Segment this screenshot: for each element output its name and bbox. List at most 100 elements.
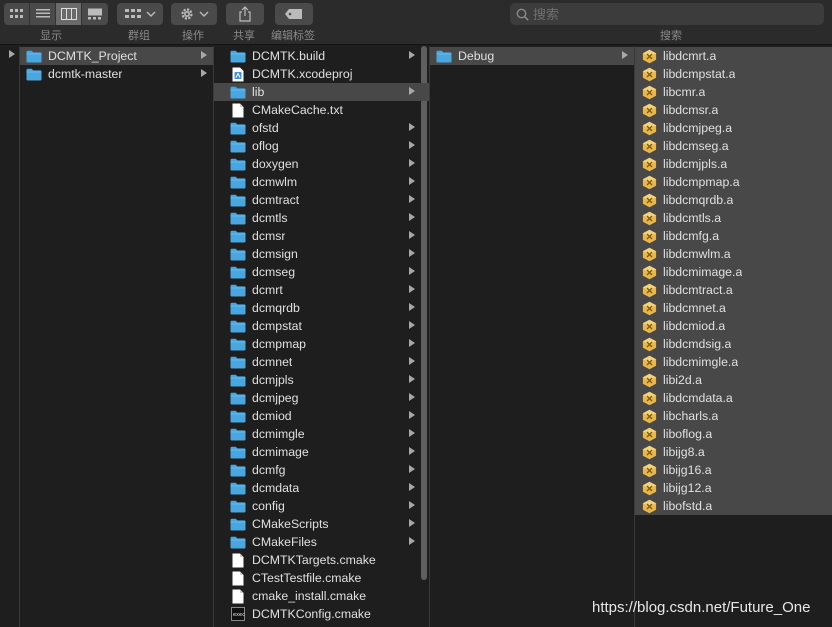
list-item[interactable]: CTestTestfile.cmake (214, 569, 429, 587)
list-item[interactable]: dcmfg (214, 461, 429, 479)
list-item[interactable]: dcmwlm (214, 173, 429, 191)
list-item[interactable]: libdcmimgle.a (635, 353, 832, 371)
list-item[interactable]: libdcmtls.a (635, 209, 832, 227)
list-item[interactable]: libdcmseg.a (635, 137, 832, 155)
list-item[interactable] (0, 46, 19, 64)
list-item-label: libdcmimage.a (663, 265, 743, 279)
list-item[interactable]: dcmseg (214, 263, 429, 281)
list-item[interactable]: dcmimage (214, 443, 429, 461)
edit-tags-button[interactable] (275, 3, 313, 25)
list-item[interactable]: dcmiod (214, 407, 429, 425)
list-item[interactable]: dcmjpls (214, 371, 429, 389)
list-view-button[interactable] (30, 3, 56, 25)
list-item[interactable]: libcharls.a (635, 407, 832, 425)
group-button[interactable] (117, 3, 163, 25)
list-item[interactable]: libijg8.a (635, 443, 832, 461)
list-item[interactable]: dcmtract (214, 191, 429, 209)
share-button[interactable] (226, 3, 264, 25)
list-item[interactable]: libdcmimage.a (635, 263, 832, 281)
list-item[interactable]: DCMTKTargets.cmake (214, 551, 429, 569)
list-item[interactable]: ofstd (214, 119, 429, 137)
folder-icon (26, 67, 42, 81)
list-item[interactable]: libdcmjpls.a (635, 155, 832, 173)
list-item-label: libdcmiod.a (663, 319, 726, 333)
search-input[interactable] (533, 6, 813, 22)
list-item[interactable]: libdcmfg.a (635, 227, 832, 245)
list-item[interactable]: libdcmpmap.a (635, 173, 832, 191)
gallery-view-button[interactable] (82, 3, 108, 25)
list-item-label: dcmjpls (252, 373, 294, 387)
list-item[interactable]: dcmtk-master (20, 65, 213, 83)
list-item[interactable]: CMakeCache.txt (214, 101, 429, 119)
list-item[interactable]: libdcmqrdb.a (635, 191, 832, 209)
list-item[interactable]: oflog (214, 137, 429, 155)
list-item[interactable]: libofstd.a (635, 497, 832, 515)
library-archive-icon (641, 337, 657, 351)
document-icon (230, 103, 246, 117)
folder-icon (230, 139, 246, 153)
list-item[interactable]: libcmr.a (635, 83, 832, 101)
list-item[interactable]: libijg12.a (635, 479, 832, 497)
folder-icon (230, 49, 246, 63)
list-item[interactable]: lib (214, 83, 429, 101)
list-item-label: dcmimgle (252, 427, 305, 441)
list-item[interactable]: libdcmrt.a (635, 47, 832, 65)
list-item[interactable]: libdcmtract.a (635, 281, 832, 299)
list-item[interactable]: libdcmdata.a (635, 389, 832, 407)
list-item[interactable]: libdcmdsig.a (635, 335, 832, 353)
document-icon (230, 589, 246, 603)
icon-grid-icon (9, 9, 23, 18)
list-item[interactable]: dcmnet (214, 353, 429, 371)
library-archive-icon (641, 157, 657, 171)
list-item[interactable]: dcmtls (214, 209, 429, 227)
list-item[interactable]: DCMTK.xcodeproj (214, 65, 429, 83)
list-item[interactable]: dcmsr (214, 227, 429, 245)
list-item[interactable]: Debug (430, 47, 634, 65)
chevron-right-icon (9, 50, 15, 58)
list-item[interactable]: dcmpmap (214, 335, 429, 353)
list-item[interactable]: doxygen (214, 155, 429, 173)
list-item-label: libdcmtls.a (663, 211, 722, 225)
chevron-right-icon (622, 51, 628, 59)
list-item[interactable]: libi2d.a (635, 371, 832, 389)
list-item[interactable]: libdcmpstat.a (635, 65, 832, 83)
folder-icon (230, 409, 246, 423)
folder-icon (230, 427, 246, 441)
chevron-down-icon (146, 11, 155, 17)
list-item[interactable]: liboflog.a (635, 425, 832, 443)
list-item[interactable]: DCMTK_Project (20, 47, 213, 65)
list-item[interactable]: libdcmwlm.a (635, 245, 832, 263)
list-item[interactable]: DCMTK.build (214, 47, 429, 65)
list-item[interactable]: libdcmiod.a (635, 317, 832, 335)
list-item[interactable]: libdcmsr.a (635, 101, 832, 119)
library-archive-icon (641, 121, 657, 135)
list-item[interactable]: exec DCMTKConfig.cmake (214, 605, 429, 623)
list-item[interactable]: cmake_install.cmake (214, 587, 429, 605)
list-item[interactable]: dcmqrdb (214, 299, 429, 317)
folder-icon (230, 85, 246, 99)
list-item-label: CMakeCache.txt (252, 103, 343, 117)
chevron-right-icon (409, 123, 415, 131)
list-item[interactable]: libdcmjpeg.a (635, 119, 832, 137)
finder-column-4[interactable]: libdcmrt.a libdcmpstat.a libcmr.a libdcmsr.… (635, 46, 832, 627)
search-box[interactable] (510, 3, 824, 25)
action-button[interactable] (171, 3, 217, 25)
list-item[interactable]: dcmimgle (214, 425, 429, 443)
list-item[interactable]: dcmdata (214, 479, 429, 497)
list-item[interactable]: config (214, 497, 429, 515)
list-item[interactable]: libdcmnet.a (635, 299, 832, 317)
list-item[interactable]: CMakeScripts (214, 515, 429, 533)
list-item[interactable]: CMakeFiles (214, 533, 429, 551)
icon-view-button[interactable] (4, 3, 30, 25)
column-view-button[interactable] (56, 3, 82, 25)
view-mode-control (4, 3, 108, 25)
finder-column-1[interactable]: DCMTK_Project dcmtk-master (20, 46, 214, 627)
finder-column-3[interactable]: Debug (430, 46, 635, 627)
chevron-right-icon (409, 465, 415, 473)
list-item[interactable]: dcmsign (214, 245, 429, 263)
list-item[interactable]: libijg16.a (635, 461, 832, 479)
list-item[interactable]: dcmpstat (214, 317, 429, 335)
list-item[interactable]: dcmrt (214, 281, 429, 299)
list-item[interactable]: dcmjpeg (214, 389, 429, 407)
finder-column-2[interactable]: DCMTK.build DCMTK.xcodeproj lib CMakeCache.… (214, 46, 430, 627)
